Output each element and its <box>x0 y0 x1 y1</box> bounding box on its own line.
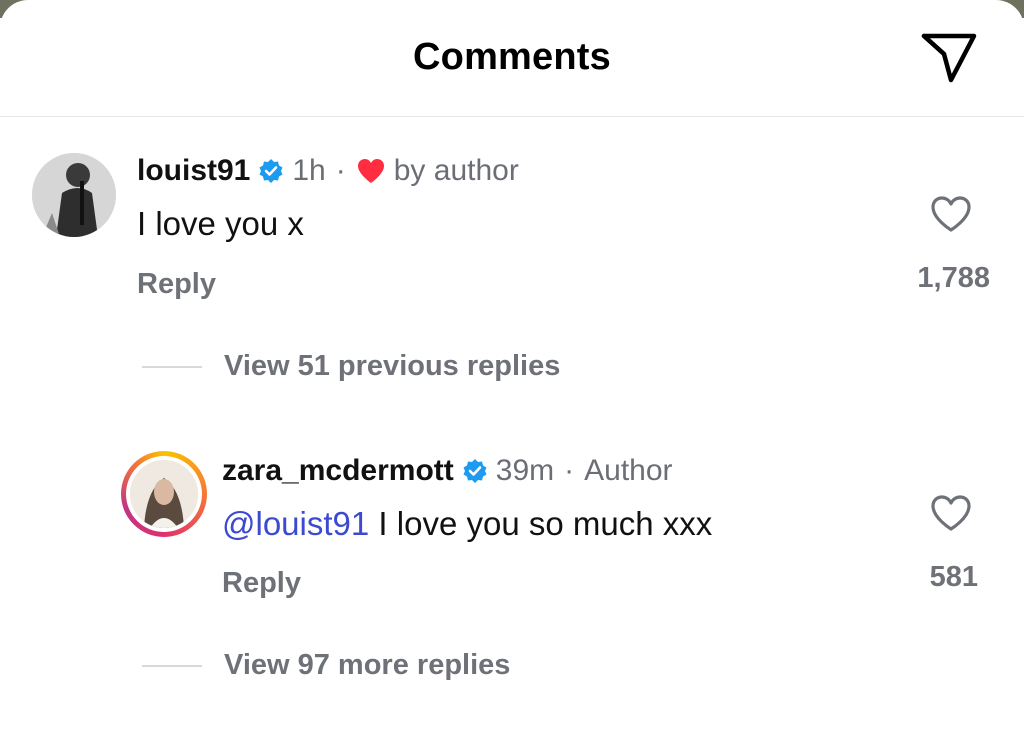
avatar <box>130 460 198 528</box>
verified-badge-icon <box>259 159 283 183</box>
heart-outline-icon[interactable] <box>929 194 973 234</box>
author-badge: Author <box>584 454 673 487</box>
comment-username[interactable]: zara_mcdermott <box>222 454 454 488</box>
divider-line <box>142 365 202 368</box>
avatar[interactable] <box>32 153 116 237</box>
view-more-replies[interactable]: View 97 more replies <box>142 649 510 682</box>
comment-body: I love you so much xxx <box>369 505 713 542</box>
liked-by-author-label: by author <box>393 154 519 187</box>
avatar-photo <box>32 153 116 237</box>
reply-button[interactable]: Reply <box>137 268 216 301</box>
view-replies-label[interactable]: View 97 more replies <box>224 649 510 682</box>
comment-meta: louist91 1h · by author <box>137 154 519 188</box>
comments-sheet: Comments louist91 1h · by author I love … <box>0 0 1024 742</box>
paper-plane-icon[interactable] <box>918 28 980 84</box>
verified-badge-icon <box>463 459 487 483</box>
like-count: 1,788 <box>917 262 990 294</box>
meta-separator: · <box>564 454 575 487</box>
like-count: 581 <box>929 561 978 593</box>
divider-line <box>142 664 202 667</box>
reply-button[interactable]: Reply <box>222 567 301 600</box>
comment-time: 1h <box>292 154 326 187</box>
avatar-photo <box>130 460 198 528</box>
liked-heart-icon <box>357 159 384 183</box>
view-previous-replies[interactable]: View 51 previous replies <box>142 350 560 383</box>
avatar-ring-inner <box>126 456 202 532</box>
mention-link[interactable]: @louist91 <box>222 505 369 542</box>
heart-outline-icon[interactable] <box>929 493 973 533</box>
avatar-story-ring[interactable] <box>121 451 207 537</box>
view-replies-label[interactable]: View 51 previous replies <box>224 350 560 383</box>
meta-separator: · <box>335 154 346 187</box>
comment-text: @louist91 I love you so much xxx <box>222 505 712 543</box>
page-title: Comments <box>413 36 611 78</box>
comments-header: Comments <box>0 0 1024 117</box>
comment-meta: zara_mcdermott 39m · Author <box>222 454 673 488</box>
comment-time: 39m <box>495 454 555 487</box>
comment-username[interactable]: louist91 <box>137 154 250 188</box>
comment-text: I love you x <box>137 205 304 242</box>
